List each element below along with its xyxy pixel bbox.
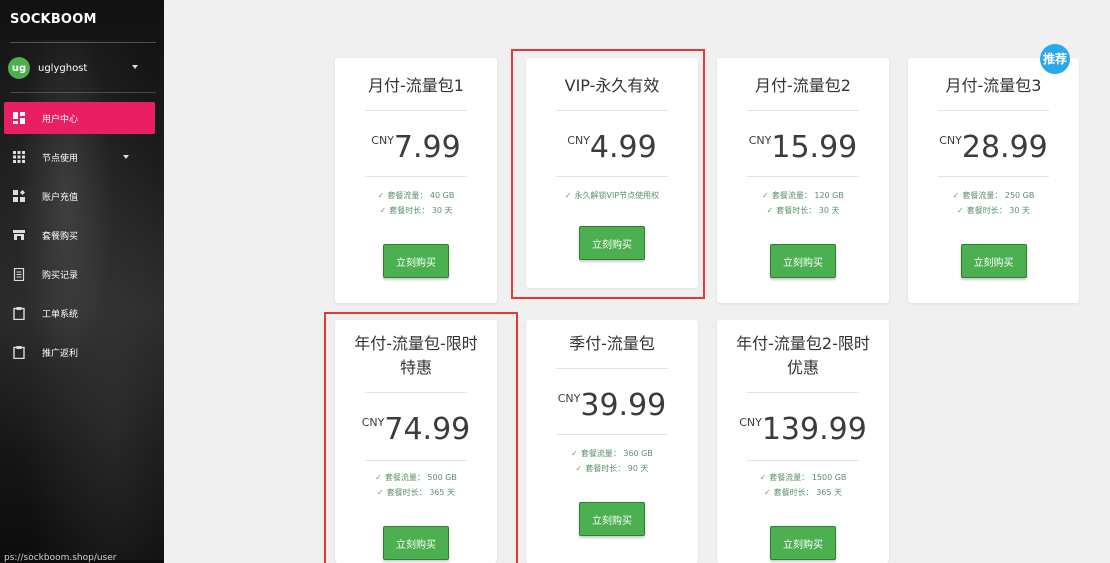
check-icon: ✓ <box>377 191 385 200</box>
divider <box>747 110 859 111</box>
plan-card: 年付-流量包2-限时优惠 CNY139.99 ✓ 套餐流量： 1500 GB ✓ 套… <box>717 320 889 563</box>
sidebar-item-purchase-history[interactable]: 购买记录 <box>4 258 155 290</box>
divider <box>747 460 859 461</box>
divider <box>747 392 859 393</box>
dashboard-icon <box>12 111 26 125</box>
list-item: ✓ 套餐流量： 250 GB <box>952 191 1035 200</box>
list-item: ✓ 套餐时长： 30 天 <box>379 206 453 215</box>
plan-card: 季付-流量包 CNY39.99 ✓ 套餐流量： 360 GB ✓ 套餐时长： 90 … <box>526 320 698 563</box>
avatar: ug <box>8 57 30 79</box>
list-item: ✓ 套餐流量： 360 GB <box>571 449 653 458</box>
buy-now-button[interactable]: 立刻购买 <box>579 502 645 536</box>
plan-card: 月付-流量包3 CNY28.99 ✓ 套餐流量： 250 GB ✓ 套餐时长： 30… <box>908 58 1079 303</box>
plan-price: CNY28.99 <box>908 130 1079 165</box>
sidebar: SOCKBOOM ug uglyghost 用户中心 节点使用 账户充值 套餐购… <box>0 0 164 563</box>
currency-label: CNY <box>371 134 394 147</box>
feature-list: ✓ 套餐流量： 1500 GB ✓ 套餐时长： 365 天 <box>717 470 889 500</box>
clipboard-icon <box>12 306 26 320</box>
plan-title: 月付-流量包3 <box>945 76 1042 95</box>
price-amount: 39.99 <box>580 388 667 423</box>
sidebar-item-referral[interactable]: 推广返利 <box>4 336 155 368</box>
divider <box>747 176 859 177</box>
divider <box>556 434 668 435</box>
check-icon: ✓ <box>952 191 960 200</box>
feature-list: ✓ 套餐流量： 360 GB ✓ 套餐时长： 90 天 <box>526 446 698 476</box>
recommend-badge: 推荐 <box>1040 44 1070 74</box>
price-amount: 139.99 <box>761 412 867 447</box>
divider <box>365 176 467 177</box>
user-menu[interactable]: ug uglyghost <box>8 56 156 80</box>
list-item: ✓ 套餐流量： 1500 GB <box>759 473 847 482</box>
sidebar-item-label: 工单系统 <box>42 309 79 320</box>
sidebar-item-label: 账户充值 <box>42 192 79 203</box>
buy-now-button[interactable]: 立刻购买 <box>770 526 836 560</box>
sidebar-item-label: 用户中心 <box>42 114 79 125</box>
chevron-down-icon <box>123 155 129 159</box>
plan-title: 月付-流量包2 <box>755 76 851 95</box>
price-amount: 15.99 <box>771 130 858 165</box>
buy-now-button[interactable]: 立刻购买 <box>770 244 836 278</box>
grid-icon <box>12 150 26 164</box>
plan-price: CNY39.99 <box>526 388 698 423</box>
status-url: ps://sockboom.shop/user <box>4 553 117 563</box>
check-icon: ✓ <box>763 488 771 497</box>
check-icon: ✓ <box>759 473 767 482</box>
plan-title: 季付-流量包 <box>569 334 655 353</box>
plan-price: CNY15.99 <box>717 130 889 165</box>
price-amount: 28.99 <box>961 130 1048 165</box>
sidebar-item-plan-purchase[interactable]: 套餐购买 <box>4 219 155 251</box>
check-icon: ✓ <box>379 206 387 215</box>
sidebar-item-ticket-system[interactable]: 工单系统 <box>4 297 155 329</box>
sidebar-item-label: 推广返利 <box>42 348 79 359</box>
buy-now-button[interactable]: 立刻购买 <box>960 244 1027 278</box>
plan-price: CNY7.99 <box>335 130 497 165</box>
username: uglyghost <box>38 62 88 74</box>
feature-list: ✓ 套餐流量： 40 GB ✓ 套餐时长： 30 天 <box>335 188 497 218</box>
list-item: ✓ 套餐流量： 120 GB <box>762 191 844 200</box>
receipt-icon <box>12 267 26 281</box>
highlight-box <box>511 49 705 299</box>
sidebar-item-recharge[interactable]: 账户充值 <box>4 180 155 212</box>
divider <box>938 176 1049 177</box>
divider <box>556 368 668 369</box>
check-icon: ✓ <box>762 191 769 200</box>
sidebar-item-node-usage[interactable]: 节点使用 <box>4 141 155 173</box>
check-icon: ✓ <box>571 449 578 458</box>
plan-card: 月付-流量包1 CNY7.99 ✓ 套餐流量： 40 GB ✓ 套餐时长： 30 天… <box>335 58 497 303</box>
sidebar-item-user-center[interactable]: 用户中心 <box>4 102 155 134</box>
currency-label: CNY <box>939 134 962 147</box>
brand-logo[interactable]: SOCKBOOM <box>10 12 97 27</box>
check-icon: ✓ <box>957 206 964 215</box>
sidebar-item-label: 套餐购买 <box>42 231 79 242</box>
recharge-icon <box>12 189 26 203</box>
plan-card: 月付-流量包2 CNY15.99 ✓ 套餐流量： 120 GB ✓ 套餐时长： 30… <box>717 58 889 303</box>
list-item: ✓ 套餐流量： 40 GB <box>377 191 455 200</box>
list-item: ✓ 套餐时长： 90 天 <box>575 464 649 473</box>
currency-label: CNY <box>748 134 772 147</box>
plan-price: CNY139.99 <box>717 412 889 447</box>
divider <box>10 92 156 93</box>
store-icon <box>12 228 26 242</box>
check-icon: ✓ <box>766 206 774 215</box>
chevron-down-icon <box>132 65 138 69</box>
feature-list: ✓ 套餐流量： 120 GB ✓ 套餐时长： 30 天 <box>717 188 889 218</box>
price-amount: 7.99 <box>393 130 461 165</box>
divider <box>10 42 156 43</box>
list-item: ✓ 套餐时长： 30 天 <box>957 206 1030 215</box>
highlight-box <box>324 312 518 563</box>
list-item: ✓ 套餐时长： 30 天 <box>766 206 840 215</box>
clipboard-icon <box>12 345 26 359</box>
sidebar-item-label: 购买记录 <box>42 270 79 281</box>
list-item: ✓ 套餐时长： 365 天 <box>763 488 843 497</box>
currency-label: CNY <box>557 392 581 405</box>
sidebar-item-label: 节点使用 <box>42 153 79 164</box>
currency-label: CNY <box>739 416 762 429</box>
plan-title: 月付-流量包1 <box>368 76 464 95</box>
buy-now-button[interactable]: 立刻购买 <box>383 244 449 278</box>
divider <box>365 110 467 111</box>
divider <box>938 110 1049 111</box>
feature-list: ✓ 套餐流量： 250 GB ✓ 套餐时长： 30 天 <box>908 188 1079 218</box>
check-icon: ✓ <box>575 464 583 473</box>
plan-title: 年付-流量包2-限时优惠 <box>736 334 870 377</box>
